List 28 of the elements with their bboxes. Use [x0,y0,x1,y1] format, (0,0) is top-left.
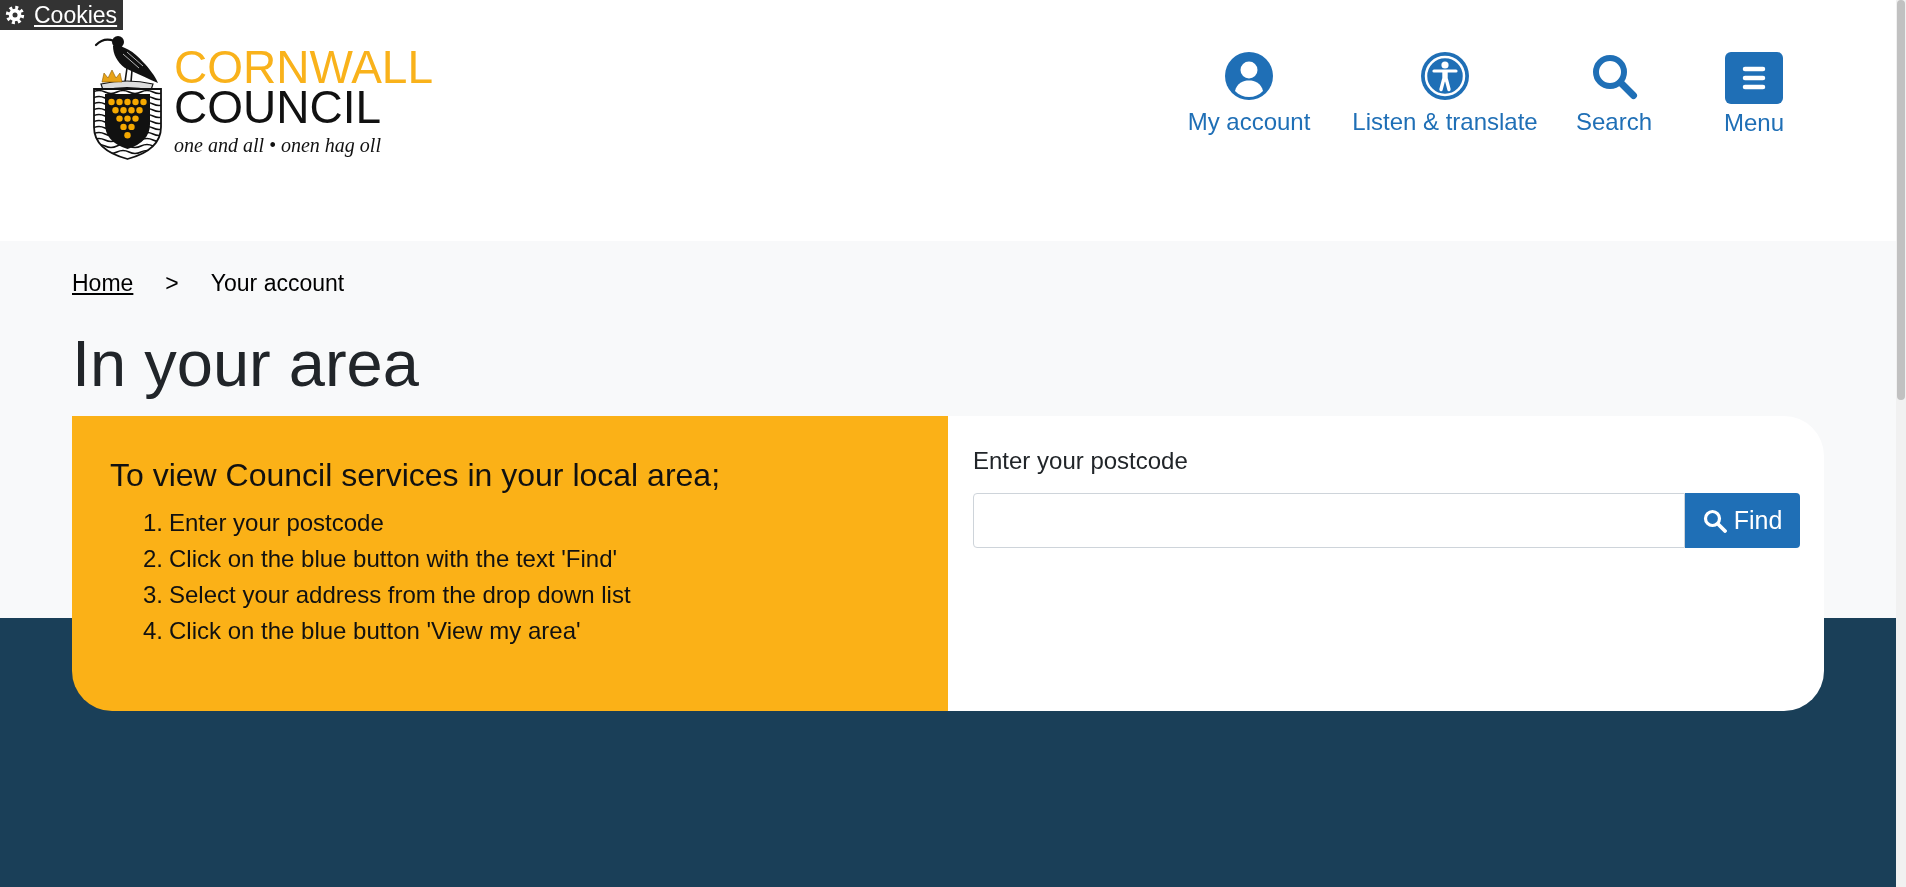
breadcrumb-current: Your account [210,269,345,297]
page-title: In your area [72,326,420,402]
gear-icon [5,5,25,25]
scrollbar[interactable] [1896,0,1906,887]
logo-wordmark: COUNCIL [174,87,382,127]
logo-wordmark: CORNWALL [174,47,433,87]
search-icon [1590,52,1638,100]
person-circle-icon [1225,52,1273,100]
postcode-input[interactable] [973,493,1685,548]
logo-motto: one and all • onen hag oll [174,133,381,157]
instruction-step: 4. Click on the blue button 'View my area' [143,613,910,649]
instructions-title: To view Council services in your local area; [110,456,722,495]
header-nav-link[interactable]: Menu [1723,52,1784,137]
accessibility-icon [1421,52,1469,100]
header-nav-link[interactable]: My account [1187,52,1311,136]
breadcrumb-separator: > [165,269,179,297]
instruction-step: 3. Select your address from the drop down list [143,577,910,613]
menu-icon [1725,52,1783,104]
header-nav-link[interactable]: Listen & translate [1352,52,1538,136]
breadcrumb-link[interactable]: Home [72,269,134,297]
find-button[interactable]: Find [1685,493,1800,548]
search-icon [1702,508,1727,533]
cookies-button[interactable]: Cookies [0,0,124,30]
postcode-label: Enter your postcode [973,447,1189,475]
instruction-step: 2. Click on the blue button with the text 'Find' [143,541,910,577]
scrollbar-thumb[interactable] [1897,0,1905,400]
instruction-step: 1. Enter your postcode [143,505,910,541]
header-nav-link[interactable]: Search [1575,52,1652,136]
